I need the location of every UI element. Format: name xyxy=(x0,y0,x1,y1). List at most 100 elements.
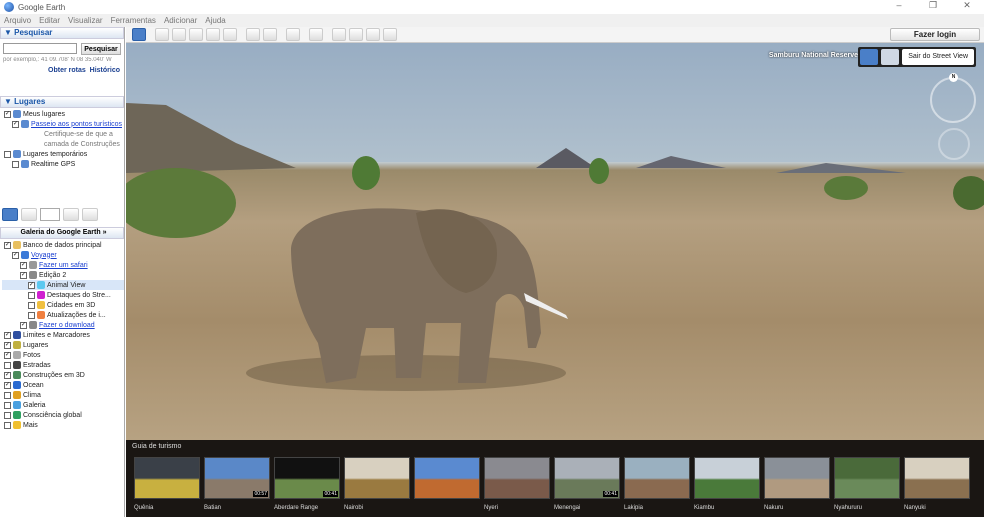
search-button[interactable]: Pesquisar xyxy=(81,43,121,55)
tour-thumbnail[interactable] xyxy=(484,457,550,499)
tour-thumbnail[interactable] xyxy=(694,457,760,499)
tree-item[interactable]: ✓ Animal View xyxy=(2,280,124,290)
print-button[interactable] xyxy=(349,28,363,41)
record-tour-button[interactable] xyxy=(223,28,237,41)
tree-item[interactable]: ✓ Construções em 3D xyxy=(2,370,124,380)
checkbox[interactable] xyxy=(28,311,35,319)
close-button[interactable]: ✕ xyxy=(950,0,984,11)
checkbox[interactable]: ✓ xyxy=(12,251,19,259)
tree-item[interactable]: ✓ Meus lugares xyxy=(2,109,122,119)
tree-item[interactable]: Mais xyxy=(2,420,124,430)
menu-visualizar[interactable]: Visualizar xyxy=(68,16,103,25)
tree-item[interactable]: Clima xyxy=(2,390,124,400)
tree-item[interactable]: Certifique-se de que a xyxy=(2,129,122,139)
tree-item[interactable]: Galeria xyxy=(2,400,124,410)
tour-guide-header[interactable]: Guia de turismo xyxy=(126,440,984,453)
checkbox[interactable]: ✓ xyxy=(4,341,11,349)
checkbox[interactable]: ✓ xyxy=(12,120,19,128)
planets-button[interactable] xyxy=(286,28,300,41)
ground-view-icon[interactable] xyxy=(881,49,900,65)
view-in-maps-button[interactable] xyxy=(383,28,397,41)
checkbox[interactable] xyxy=(12,160,19,168)
tour-thumbnail[interactable] xyxy=(344,457,410,499)
compass-north[interactable]: N xyxy=(949,73,958,82)
checkbox[interactable] xyxy=(4,150,11,158)
maximize-button[interactable]: ❐ xyxy=(916,0,950,11)
move-down-button[interactable] xyxy=(82,208,98,221)
checkbox[interactable]: ✓ xyxy=(4,351,11,359)
menu-adicionar[interactable]: Adicionar xyxy=(164,16,197,25)
checkbox[interactable]: ✓ xyxy=(20,261,27,269)
minimize-button[interactable]: – xyxy=(882,0,916,11)
tour-thumbnail[interactable] xyxy=(904,457,970,499)
tree-item[interactable]: ✓ Limites e Marcadores xyxy=(2,330,124,340)
look-joystick[interactable] xyxy=(938,128,970,160)
checkbox[interactable] xyxy=(4,361,11,369)
pegman-icon[interactable] xyxy=(860,49,879,65)
email-button[interactable] xyxy=(332,28,346,41)
tree-item[interactable]: ✓ Ocean xyxy=(2,380,124,390)
tree-item[interactable]: Consciência global xyxy=(2,410,124,420)
checkbox[interactable] xyxy=(28,301,35,309)
checkbox[interactable]: ✓ xyxy=(20,271,27,279)
tour-thumbnail[interactable] xyxy=(624,457,690,499)
checkbox[interactable] xyxy=(4,391,11,399)
checkbox[interactable] xyxy=(28,291,35,299)
tree-item[interactable]: Estradas xyxy=(2,360,124,370)
tree-item[interactable]: Realtime GPS xyxy=(2,159,122,169)
checkbox[interactable] xyxy=(4,421,11,429)
login-button[interactable]: Fazer login xyxy=(890,28,980,41)
sunlight-button[interactable] xyxy=(263,28,277,41)
tree-item[interactable]: Lugares temporários xyxy=(2,149,122,159)
ruler-button[interactable] xyxy=(309,28,323,41)
checkbox[interactable]: ✓ xyxy=(4,331,11,339)
compass-ring[interactable]: N xyxy=(930,73,976,123)
places-panel-header[interactable]: ▼ Lugares xyxy=(0,96,124,108)
menu-ajuda[interactable]: Ajuda xyxy=(205,16,225,25)
tree-item[interactable]: ✓ Fazer o download xyxy=(2,320,124,330)
tour-thumbnail[interactable] xyxy=(834,457,900,499)
save-image-button[interactable] xyxy=(366,28,380,41)
tree-item[interactable]: Atualizações de i... xyxy=(2,310,124,320)
tour-thumbnail[interactable] xyxy=(414,457,480,499)
add-path-button[interactable] xyxy=(189,28,203,41)
tree-item[interactable]: ✓ Passeio aos pontos turísticos xyxy=(2,119,122,129)
add-placemark-button[interactable] xyxy=(155,28,169,41)
add-polygon-button[interactable] xyxy=(172,28,186,41)
tour-thumbnail[interactable] xyxy=(134,457,200,499)
tree-item[interactable]: ✓ Voyager xyxy=(2,250,124,260)
tour-thumbnail[interactable]: 00:57 xyxy=(204,457,270,499)
tree-item[interactable]: Destaques do Stre... xyxy=(2,290,124,300)
historical-imagery-button[interactable] xyxy=(246,28,260,41)
earth-gallery-button[interactable]: Galeria do Google Earth » xyxy=(0,227,124,239)
tree-item[interactable]: Cidades em 3D xyxy=(2,300,124,310)
checkbox[interactable]: ✓ xyxy=(4,381,11,389)
tour-thumbnail[interactable]: 00:41 xyxy=(554,457,620,499)
layer-view-button[interactable] xyxy=(2,208,18,221)
tour-thumbnail[interactable]: 00:41 xyxy=(274,457,340,499)
checkbox[interactable]: ✓ xyxy=(4,371,11,379)
menu-ferramentas[interactable]: Ferramentas xyxy=(111,16,156,25)
search-input[interactable] xyxy=(3,43,77,54)
menu-arquivo[interactable]: Arquivo xyxy=(4,16,31,25)
checkbox[interactable]: ✓ xyxy=(4,241,11,249)
exit-street-view-button[interactable]: Sair do Street View xyxy=(902,49,974,65)
search-panel-header[interactable]: ▼ Pesquisar xyxy=(0,27,124,39)
tree-item[interactable]: ✓ Fotos xyxy=(2,350,124,360)
tree-item[interactable]: ✓ Lugares xyxy=(2,340,124,350)
add-overlay-button[interactable] xyxy=(206,28,220,41)
list-view-button[interactable] xyxy=(21,208,37,221)
get-directions-link[interactable]: Obter rotas xyxy=(48,67,86,74)
menu-editar[interactable]: Editar xyxy=(39,16,60,25)
street-view-map[interactable]: Samburu National Reserve Sair do Street … xyxy=(126,43,984,440)
checkbox[interactable] xyxy=(4,401,11,409)
move-up-button[interactable] xyxy=(63,208,79,221)
history-link[interactable]: Histórico xyxy=(90,67,120,74)
tree-item[interactable]: ✓ Fazer um safari xyxy=(2,260,124,270)
tree-item[interactable]: ✓ Edição 2 xyxy=(2,270,124,280)
checkbox[interactable]: ✓ xyxy=(20,321,27,329)
tree-item[interactable]: camada de Construções xyxy=(2,139,122,149)
checkbox[interactable]: ✓ xyxy=(28,281,35,289)
checkbox[interactable]: ✓ xyxy=(4,110,11,118)
tour-thumbnail[interactable] xyxy=(764,457,830,499)
